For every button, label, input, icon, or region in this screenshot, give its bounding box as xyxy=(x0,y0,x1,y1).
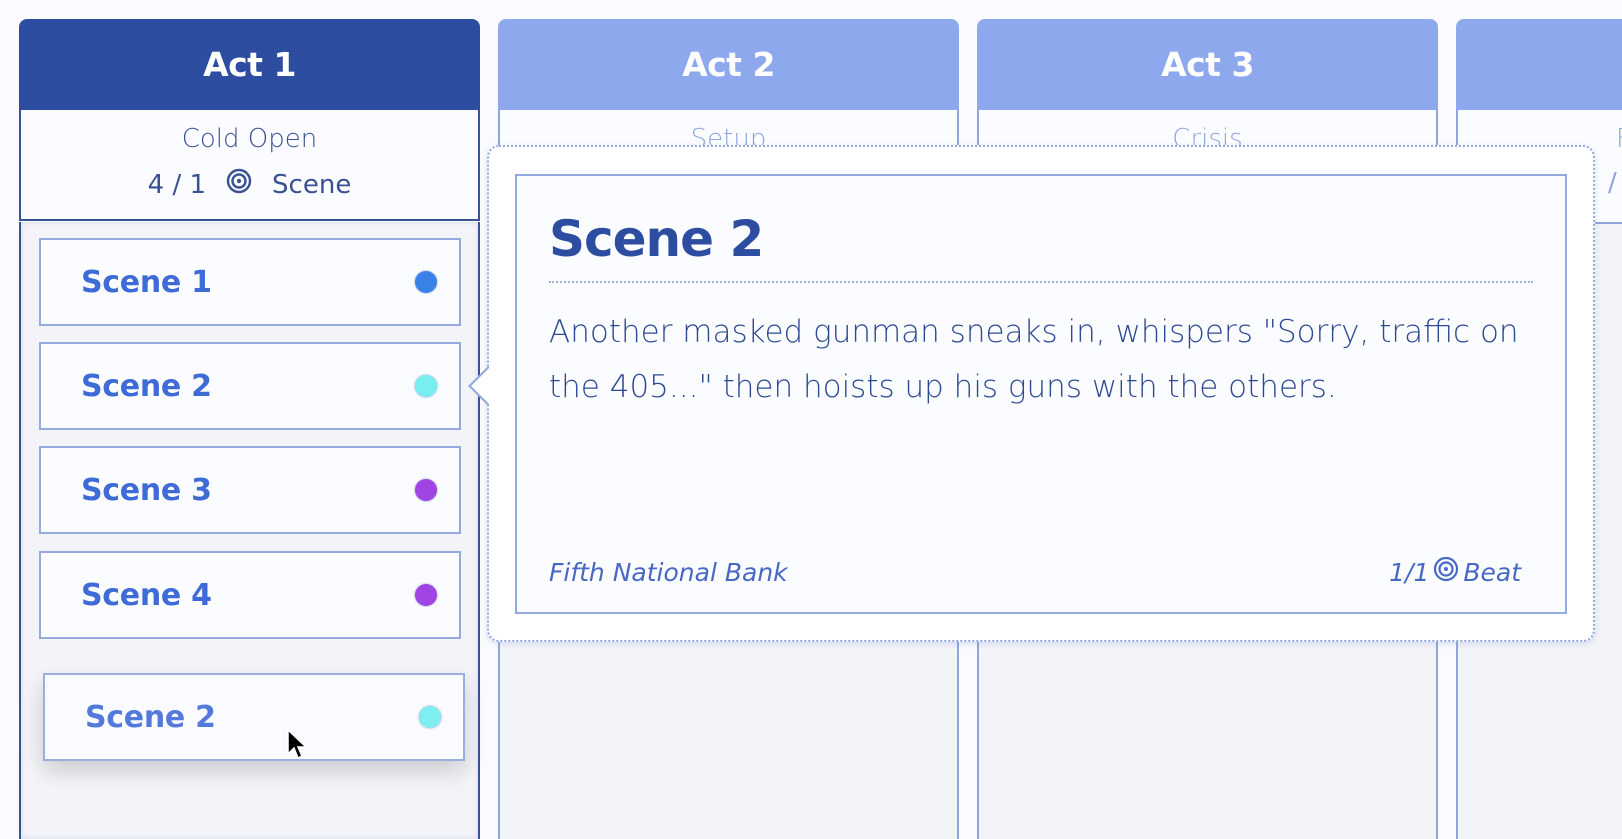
scene-label: Scene 2 xyxy=(85,699,216,735)
act-title: Act 2 xyxy=(682,45,775,84)
act-header[interactable]: Act 3 xyxy=(977,19,1438,110)
scene-location: Fifth National Bank xyxy=(549,557,788,587)
scene-count: 4 / 1 xyxy=(147,169,207,200)
act-title: Act 3 xyxy=(1161,45,1254,84)
scene-color-dot xyxy=(415,271,437,293)
act-header[interactable]: Act 2 xyxy=(498,19,959,110)
scene-detail-title: Scene 2 xyxy=(549,210,764,268)
scene-unit: Scene xyxy=(272,169,352,200)
act-scene-list: Scene 1 Scene 2 Scene 3 Scene 4 Scene 2 xyxy=(19,222,480,839)
scene-label: Scene 4 xyxy=(81,577,212,613)
scene-detail-card: Scene 2 Another masked gunman sneaks in,… xyxy=(515,174,1567,614)
scene-label: Scene 3 xyxy=(81,472,212,508)
scene-count: / xyxy=(1608,168,1617,198)
scene-card[interactable]: Scene 3 xyxy=(39,446,461,534)
scene-detail-description: Another masked gunman sneaks in, whisper… xyxy=(549,314,1519,405)
scene-color-dot xyxy=(419,706,441,728)
act-summary: Cold Open 4 / 1 Scene xyxy=(19,110,480,221)
act-header[interactable] xyxy=(1456,19,1622,110)
scene-label: Scene 2 xyxy=(81,368,212,404)
act-title: Act 1 xyxy=(203,45,296,84)
target-icon xyxy=(1433,556,1459,588)
scene-color-dot xyxy=(415,375,437,397)
dragging-scene-card[interactable]: Scene 2 xyxy=(43,673,465,761)
scene-card[interactable]: Scene 2 xyxy=(39,342,461,430)
target-icon xyxy=(226,168,252,201)
divider xyxy=(549,281,1533,283)
scene-color-dot xyxy=(415,479,437,501)
scene-detail-popover: Scene 2 Another masked gunman sneaks in,… xyxy=(468,145,1595,642)
beat-count: 1/1 xyxy=(1389,557,1430,587)
mouse-cursor-icon xyxy=(286,728,310,762)
scene-color-dot xyxy=(415,584,437,606)
beat-label: Beat xyxy=(1463,557,1521,587)
scene-card[interactable]: Scene 4 xyxy=(39,551,461,639)
act-header[interactable]: Act 1 xyxy=(19,19,480,110)
beat-summary: 1/1 Beat xyxy=(1389,556,1521,588)
act-column-1: Act 1 Cold Open 4 / 1 Scene Scene 1 Scen… xyxy=(19,19,480,839)
scene-label: Scene 1 xyxy=(81,264,212,300)
scene-card[interactable]: Scene 1 xyxy=(39,238,461,326)
act-subtitle: Cold Open xyxy=(181,124,318,154)
